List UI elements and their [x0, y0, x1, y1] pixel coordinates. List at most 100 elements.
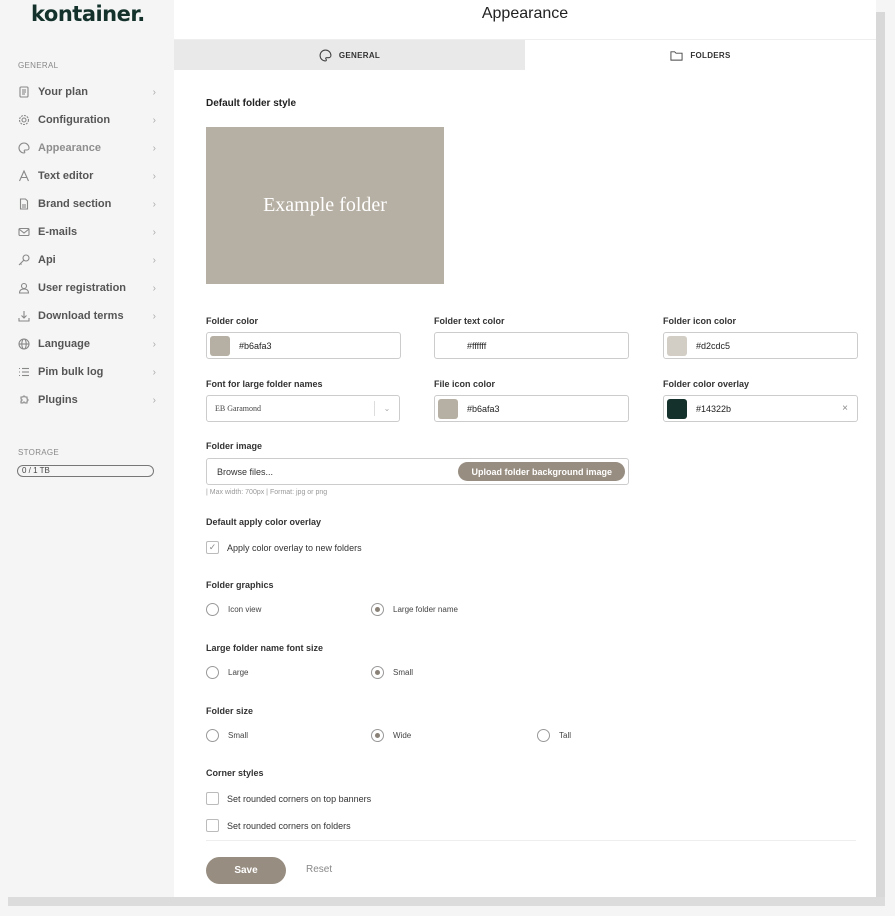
radio-size-wide[interactable]: Wide [371, 729, 411, 742]
sidebar-item-pim-bulk-log[interactable]: Pim bulk log › [0, 358, 174, 386]
storage-usage-bar: 0 / 1 TB [17, 465, 154, 477]
sidebar-item-configuration[interactable]: Configuration › [0, 106, 174, 134]
chevron-right-icon: › [152, 282, 156, 294]
tab-bar: GENERAL FOLDERS [174, 39, 876, 70]
color-value: #b6afa3 [239, 340, 272, 351]
chevron-right-icon: › [152, 170, 156, 182]
save-button[interactable]: Save [206, 857, 286, 884]
sidebar-item-label: Api [38, 254, 56, 266]
palette-icon [18, 142, 30, 154]
sidebar-item-label: Configuration [38, 114, 111, 126]
folder-graphics-heading: Folder graphics [206, 580, 274, 590]
radio-label: Large [228, 668, 249, 677]
folder-icon-color-input[interactable]: #d2cdc5 [663, 332, 858, 359]
sidebar-item-label: Brand section [38, 198, 112, 210]
user-icon [18, 282, 30, 294]
sidebar-item-e-mails[interactable]: E-mails › [0, 218, 174, 246]
reset-button[interactable]: Reset [306, 864, 332, 875]
chevron-right-icon: › [152, 86, 156, 98]
folder-color-input[interactable]: #b6afa3 [206, 332, 401, 359]
radio-button[interactable] [371, 603, 384, 616]
checkbox-label: Apply color overlay to new folders [227, 542, 362, 553]
folder-text-color-input[interactable]: #ffffff [434, 332, 629, 359]
logo[interactable]: kontainer. [31, 2, 145, 26]
sidebar-item-appearance[interactable]: Appearance › [0, 134, 174, 162]
panel-shadow [876, 12, 885, 906]
corner-styles-heading: Corner styles [206, 768, 264, 778]
sidebar-item-download-terms[interactable]: Download terms › [0, 302, 174, 330]
folder-size-heading: Folder size [206, 706, 254, 716]
folder-image-file-input[interactable]: Browse files... Upload folder background… [206, 458, 629, 485]
sidebar-item-user-registration[interactable]: User registration › [0, 274, 174, 302]
clear-icon[interactable]: × [842, 403, 848, 414]
radio-label: Small [393, 668, 414, 677]
radio-large[interactable]: Large [206, 666, 248, 679]
apply-overlay-checkbox[interactable]: ✓ [206, 541, 219, 554]
palette-icon [319, 49, 332, 61]
sidebar-item-label: User registration [38, 282, 127, 294]
radio-button[interactable] [206, 666, 219, 679]
key-icon [18, 254, 30, 266]
mail-icon [18, 226, 30, 238]
sidebar-item-your-plan[interactable]: Your plan › [0, 78, 174, 106]
folder-icon-color-label: Folder icon color [663, 316, 737, 326]
document-icon [18, 198, 30, 210]
color-swatch[interactable] [667, 398, 687, 419]
apply-overlay-checkbox-row[interactable]: ✓ Apply color overlay to new folders [206, 541, 362, 554]
radio-button[interactable] [206, 729, 219, 742]
folder-color-label: Folder color [206, 316, 259, 326]
tab-folders[interactable]: FOLDERS [525, 40, 876, 70]
color-swatch[interactable] [667, 335, 687, 356]
tab-label: GENERAL [338, 50, 381, 60]
color-value: #d2cdc5 [696, 340, 731, 351]
folder-preview: Example folder [206, 127, 444, 284]
folder-color-overlay-input[interactable]: #14322b × [663, 395, 858, 422]
folder-text-color-label: Folder text color [434, 316, 505, 326]
radio-button[interactable] [371, 729, 384, 742]
radio-large-folder-name[interactable]: Large folder name [371, 603, 458, 616]
color-swatch[interactable] [210, 335, 230, 356]
rounded-banners-checkbox-row[interactable]: Set rounded corners on top banners [206, 792, 371, 805]
chevron-right-icon: › [152, 394, 156, 406]
font-select[interactable]: EB Garamond ⌄ [206, 395, 400, 422]
panel-shadow [8, 897, 885, 906]
radio-small-font[interactable]: Small [371, 666, 413, 679]
rounded-folders-checkbox[interactable] [206, 819, 219, 832]
sidebar-item-text-editor[interactable]: Text editor › [0, 162, 174, 190]
sidebar-item-plugins[interactable]: Plugins › [0, 386, 174, 414]
chevron-right-icon: › [152, 366, 156, 378]
upload-folder-image-button[interactable]: Upload folder background image [458, 462, 625, 481]
chevron-right-icon: › [152, 254, 156, 266]
radio-button[interactable] [371, 666, 384, 679]
tab-general[interactable]: GENERAL [174, 40, 525, 70]
browse-files-placeholder[interactable]: Browse files... [217, 467, 273, 477]
font-select-value: EB Garamond [215, 404, 261, 413]
sidebar-item-api[interactable]: Api › [0, 246, 174, 274]
radio-button[interactable] [206, 603, 219, 616]
checkbox-label: Set rounded corners on folders [227, 820, 351, 831]
sidebar-item-brand-section[interactable]: Brand section › [0, 190, 174, 218]
radio-size-small[interactable]: Small [206, 729, 248, 742]
sidebar-item-label: Pim bulk log [38, 366, 104, 378]
rounded-banners-checkbox[interactable] [206, 792, 219, 805]
color-swatch[interactable] [438, 398, 458, 419]
chevron-down-icon[interactable]: ⌄ [375, 404, 399, 413]
file-icon-color-label: File icon color [434, 379, 496, 389]
radio-label: Small [228, 731, 249, 740]
radio-button[interactable] [537, 729, 550, 742]
color-value: #ffffff [467, 340, 487, 351]
sidebar-item-label: Text editor [38, 170, 94, 182]
color-value: #b6afa3 [467, 403, 500, 414]
folder-color-overlay-label: Folder color overlay [663, 379, 750, 389]
sidebar-nav: Your plan › Configuration › Appearance ›… [0, 78, 174, 414]
sidebar-item-language[interactable]: Language › [0, 330, 174, 358]
color-swatch[interactable] [438, 335, 458, 356]
radio-size-tall[interactable]: Tall [537, 729, 571, 742]
divider [206, 840, 856, 841]
download-icon [18, 310, 30, 322]
chevron-right-icon: › [152, 198, 156, 210]
radio-icon-view[interactable]: Icon view [206, 603, 261, 616]
rounded-folders-checkbox-row[interactable]: Set rounded corners on folders [206, 819, 351, 832]
file-icon-color-input[interactable]: #b6afa3 [434, 395, 629, 422]
chevron-right-icon: › [152, 142, 156, 154]
